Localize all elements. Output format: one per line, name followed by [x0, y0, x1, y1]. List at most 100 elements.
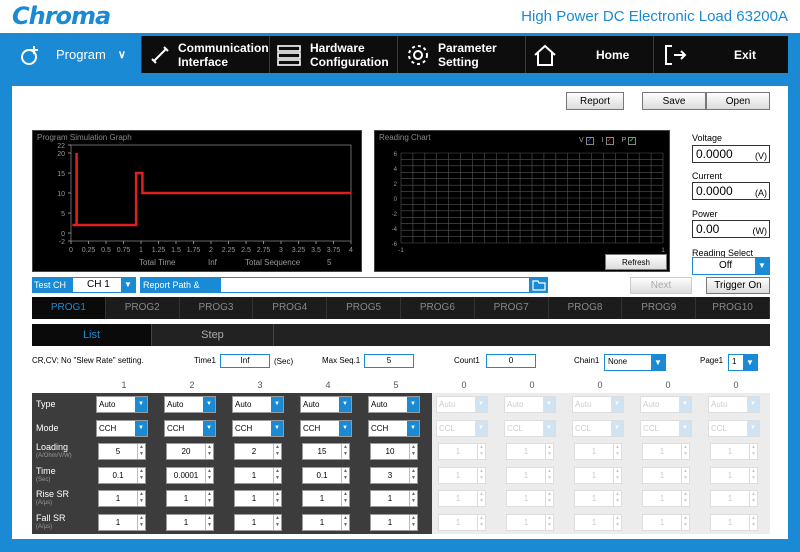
spin-arrows-icon[interactable]: ▲ ▼ — [545, 467, 553, 483]
rise-stepper[interactable]: 1 ▲ ▼ — [302, 490, 350, 507]
rise-stepper[interactable]: 1 ▲ ▼ — [370, 490, 418, 507]
mode-dropdown[interactable]: CCH ▼ — [368, 419, 420, 437]
tab-prog-7[interactable]: PROG7 — [475, 297, 549, 319]
spin-arrows-icon[interactable]: ▲ ▼ — [137, 514, 145, 530]
spin-arrows-icon[interactable]: ▲ ▼ — [273, 444, 281, 459]
type-dropdown[interactable]: Auto ▼ — [368, 396, 420, 413]
tab-prog-2[interactable]: PROG2 — [106, 297, 180, 319]
spin-arrows-icon[interactable]: ▲ ▼ — [273, 467, 281, 483]
spin-arrows-icon[interactable]: ▲ ▼ — [137, 444, 145, 459]
spin-arrows-icon[interactable]: ▲ ▼ — [749, 444, 757, 459]
report-path-input[interactable] — [220, 277, 530, 293]
spin-arrows-icon[interactable]: ▲ ▼ — [205, 467, 213, 483]
time-stepper[interactable]: 0.0001 ▲ ▼ — [166, 466, 214, 484]
fall-stepper[interactable]: 1 ▲ ▼ — [166, 513, 214, 531]
spin-arrows-icon[interactable]: ▲ ▼ — [545, 514, 553, 530]
type-dropdown[interactable]: Auto ▼ — [96, 396, 148, 413]
type-dropdown[interactable]: Auto ▼ — [232, 396, 284, 413]
spin-arrows-icon[interactable]: ▲ ▼ — [749, 514, 757, 530]
time-input[interactable]: Inf — [220, 354, 270, 368]
spin-arrows-icon[interactable]: ▲ ▼ — [205, 444, 213, 459]
rise-stepper[interactable]: 1 ▲ ▼ — [166, 490, 214, 507]
fall-stepper[interactable]: 1 ▲ ▼ — [234, 513, 282, 531]
spin-arrows-icon[interactable]: ▲ ▼ — [681, 491, 689, 506]
nav-parameter-button[interactable]: Parameter Setting — [398, 36, 526, 73]
spin-arrows-icon[interactable]: ▲ ▼ — [681, 514, 689, 530]
tab-prog-5[interactable]: PROG5 — [327, 297, 401, 319]
trigger-on-button[interactable]: Trigger On — [706, 277, 770, 294]
count-input[interactable]: 0 — [486, 354, 536, 368]
spin-arrows-icon[interactable]: ▲ ▼ — [273, 491, 281, 506]
type-dropdown[interactable]: Auto ▼ — [300, 396, 352, 413]
nav-exit-button[interactable]: Exit — [654, 36, 788, 73]
spin-arrows-icon[interactable]: ▲ ▼ — [409, 491, 417, 506]
spin-arrows-icon[interactable]: ▲ ▼ — [409, 514, 417, 530]
mode-dropdown[interactable]: CCH ▼ — [232, 419, 284, 437]
spin-arrows-icon[interactable]: ▲ ▼ — [477, 444, 485, 459]
tab-prog-6[interactable]: PROG6 — [401, 297, 475, 319]
spin-arrows-icon[interactable]: ▲ ▼ — [477, 467, 485, 483]
time-stepper[interactable]: 1 ▲ ▼ — [234, 466, 282, 484]
tab-prog-9[interactable]: PROG9 — [622, 297, 697, 319]
loading-stepper[interactable]: 15 ▲ ▼ — [302, 443, 350, 460]
rise-stepper[interactable]: 1 ▲ ▼ — [98, 490, 146, 507]
loading-stepper[interactable]: 10 ▲ ▼ — [370, 443, 418, 460]
reading-select-dropdown[interactable]: Off ▼ — [692, 257, 770, 275]
next-button[interactable]: Next — [630, 277, 692, 294]
spin-arrows-icon[interactable]: ▲ ▼ — [613, 467, 621, 483]
spin-arrows-icon[interactable]: ▲ ▼ — [545, 444, 553, 459]
loading-stepper[interactable]: 5 ▲ ▼ — [98, 443, 146, 460]
spin-arrows-icon[interactable]: ▲ ▼ — [205, 514, 213, 530]
type-dropdown[interactable]: Auto ▼ — [164, 396, 216, 413]
spin-arrows-icon[interactable]: ▲ ▼ — [341, 467, 349, 483]
spin-arrows-icon[interactable]: ▲ ▼ — [545, 491, 553, 506]
max-seq-input[interactable]: 5 — [364, 354, 414, 368]
report-button[interactable]: Report — [566, 92, 624, 110]
tab-prog-3[interactable]: PROG3 — [180, 297, 254, 319]
spin-arrows-icon[interactable]: ▲ ▼ — [749, 491, 757, 506]
loading-stepper[interactable]: 2 ▲ ▼ — [234, 443, 282, 460]
nav-program-button[interactable]: Program ∨ — [12, 36, 142, 73]
nav-home-button[interactable]: Home — [526, 36, 654, 73]
refresh-button[interactable]: Refresh — [605, 254, 667, 270]
spin-arrows-icon[interactable]: ▲ ▼ — [477, 491, 485, 506]
tab-prog-1[interactable]: PROG1 — [32, 297, 106, 319]
time-stepper[interactable]: 0.1 ▲ ▼ — [98, 466, 146, 484]
spin-arrows-icon[interactable]: ▲ ▼ — [341, 444, 349, 459]
page-dropdown[interactable]: 1 ▼ — [728, 354, 758, 371]
tab-prog-10[interactable]: PROG10 — [696, 297, 770, 319]
spin-arrows-icon[interactable]: ▲ ▼ — [681, 444, 689, 459]
loading-stepper[interactable]: 20 ▲ ▼ — [166, 443, 214, 460]
folder-icon[interactable] — [530, 277, 548, 293]
spin-arrows-icon[interactable]: ▲ ▼ — [341, 514, 349, 530]
tab-step[interactable]: Step — [152, 324, 274, 346]
fall-stepper[interactable]: 1 ▲ ▼ — [370, 513, 418, 531]
spin-arrows-icon[interactable]: ▲ ▼ — [613, 514, 621, 530]
tab-prog-4[interactable]: PROG4 — [253, 297, 328, 319]
spin-arrows-icon[interactable]: ▲ ▼ — [613, 491, 621, 506]
chain-dropdown[interactable]: None ▼ — [604, 354, 666, 371]
fall-stepper[interactable]: 1 ▲ ▼ — [98, 513, 146, 531]
nav-hardware-button[interactable]: Hardware Configuration — [270, 36, 398, 73]
spin-arrows-icon[interactable]: ▲ ▼ — [477, 514, 485, 530]
time-stepper[interactable]: 0.1 ▲ ▼ — [302, 466, 350, 484]
spin-arrows-icon[interactable]: ▲ ▼ — [409, 467, 417, 483]
test-ch-dropdown[interactable]: CH 1 ▼ — [72, 277, 136, 293]
tab-prog-8[interactable]: PROG8 — [549, 297, 623, 319]
tab-list[interactable]: List — [32, 324, 152, 346]
spin-arrows-icon[interactable]: ▲ ▼ — [749, 467, 757, 483]
spin-arrows-icon[interactable]: ▲ ▼ — [409, 444, 417, 459]
nav-communication-button[interactable]: Communication Interface — [142, 36, 270, 73]
time-stepper[interactable]: 3 ▲ ▼ — [370, 466, 418, 484]
spin-arrows-icon[interactable]: ▲ ▼ — [137, 467, 145, 483]
open-button[interactable]: Open — [706, 92, 770, 110]
mode-dropdown[interactable]: CCH ▼ — [164, 419, 216, 437]
spin-arrows-icon[interactable]: ▲ ▼ — [341, 491, 349, 506]
spin-arrows-icon[interactable]: ▲ ▼ — [205, 491, 213, 506]
rise-stepper[interactable]: 1 ▲ ▼ — [234, 490, 282, 507]
save-button[interactable]: Save — [642, 92, 706, 110]
fall-stepper[interactable]: 1 ▲ ▼ — [302, 513, 350, 531]
spin-arrows-icon[interactable]: ▲ ▼ — [137, 491, 145, 506]
spin-arrows-icon[interactable]: ▲ ▼ — [681, 467, 689, 483]
mode-dropdown[interactable]: CCH ▼ — [300, 419, 352, 437]
